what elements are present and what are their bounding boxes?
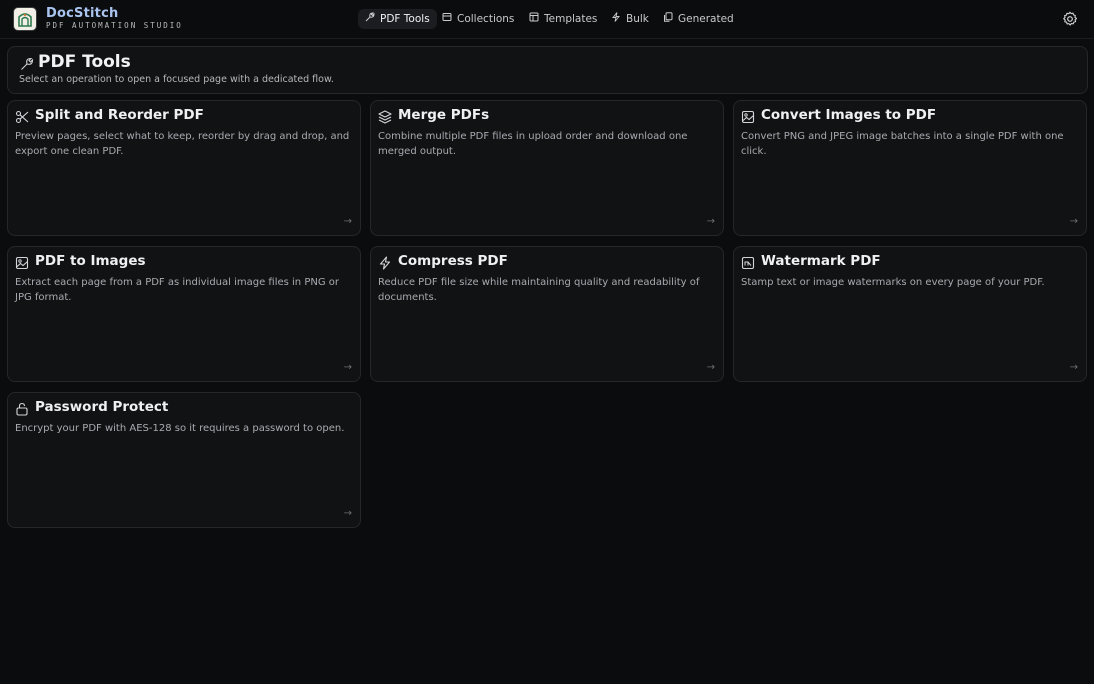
arrow-right-icon: → [1069,216,1078,227]
nav-label: PDF Tools [380,13,430,25]
bolt-icon [378,255,392,270]
nav-pdf-tools[interactable]: PDF Tools [358,9,437,29]
top-bar: DocStitch PDF AUTOMATION STUDIO PDF Tool… [0,0,1094,39]
scissors-icon [15,109,29,124]
files-icon [663,9,675,29]
card-title: Compress PDF [398,253,508,269]
tool-card-password-protect[interactable]: Password Protect Encrypt your PDF with A… [7,392,361,528]
card-description: Stamp text or image watermarks on every … [741,277,1045,288]
card-title: Merge PDFs [398,107,490,123]
card-title: Password Protect [35,399,169,415]
tool-card-pdf-to-images[interactable]: PDF to Images Extract each page from a P… [7,246,361,382]
tool-card-merge[interactable]: Merge PDFs Combine multiple PDF files in… [370,100,724,236]
nav-generated[interactable]: Generated [663,9,734,29]
arrow-right-icon: → [1069,362,1078,373]
card-description: Extract each page from a PDF as individu… [15,277,339,303]
arrow-right-icon: → [706,362,715,373]
lock-icon [15,401,29,416]
nav-label: Generated [678,13,734,25]
card-title: PDF to Images [35,253,146,269]
card-title: Split and Reorder PDF [35,107,204,123]
page-title: PDF Tools [38,52,131,72]
brand-subtitle: PDF AUTOMATION STUDIO [46,21,183,30]
nav-collections[interactable]: Collections [442,9,514,29]
arrow-right-icon: → [343,216,352,227]
nav-label: Collections [457,13,515,25]
app-logo-icon[interactable] [13,7,37,31]
wrench-icon [365,9,377,29]
tool-card-images-to-pdf[interactable]: Convert Images to PDF Convert PNG and JP… [733,100,1087,236]
arrow-right-icon: → [343,508,352,519]
nav-templates[interactable]: Templates [529,9,597,29]
wrench-icon [20,56,34,75]
card-description: Convert PNG and JPEG image batches into … [741,131,1064,157]
card-description: Encrypt your PDF with AES-128 so it requ… [15,423,345,434]
bolt-icon [611,9,623,29]
page-subtitle: Select an operation to open a focused pa… [19,74,334,85]
tool-card-compress[interactable]: Compress PDF Reduce PDF file size while … [370,246,724,382]
folder-icon [442,9,454,29]
image-icon [741,109,755,124]
nav-label: Bulk [626,13,649,25]
tool-card-split-reorder[interactable]: Split and Reorder PDF Preview pages, sel… [7,100,361,236]
card-description: Reduce PDF file size while maintaining q… [378,277,700,303]
image-icon [15,255,29,270]
template-icon [529,9,541,29]
nav-label: Templates [544,13,598,25]
card-title: Convert Images to PDF [761,107,937,123]
brand-name: DocStitch [46,6,119,21]
card-description: Combine multiple PDF files in upload ord… [378,131,688,157]
arrow-right-icon: → [706,216,715,227]
tool-card-watermark[interactable]: Watermark PDF Stamp text or image waterm… [733,246,1087,382]
stamp-icon [741,255,755,270]
settings-gear-icon[interactable] [1062,11,1078,27]
card-description: Preview pages, select what to keep, reor… [15,131,350,157]
arrow-right-icon: → [343,362,352,373]
page-header: PDF Tools Select an operation to open a … [7,46,1088,94]
nav-bulk[interactable]: Bulk [611,9,649,29]
layers-icon [378,109,392,124]
card-title: Watermark PDF [761,253,881,269]
